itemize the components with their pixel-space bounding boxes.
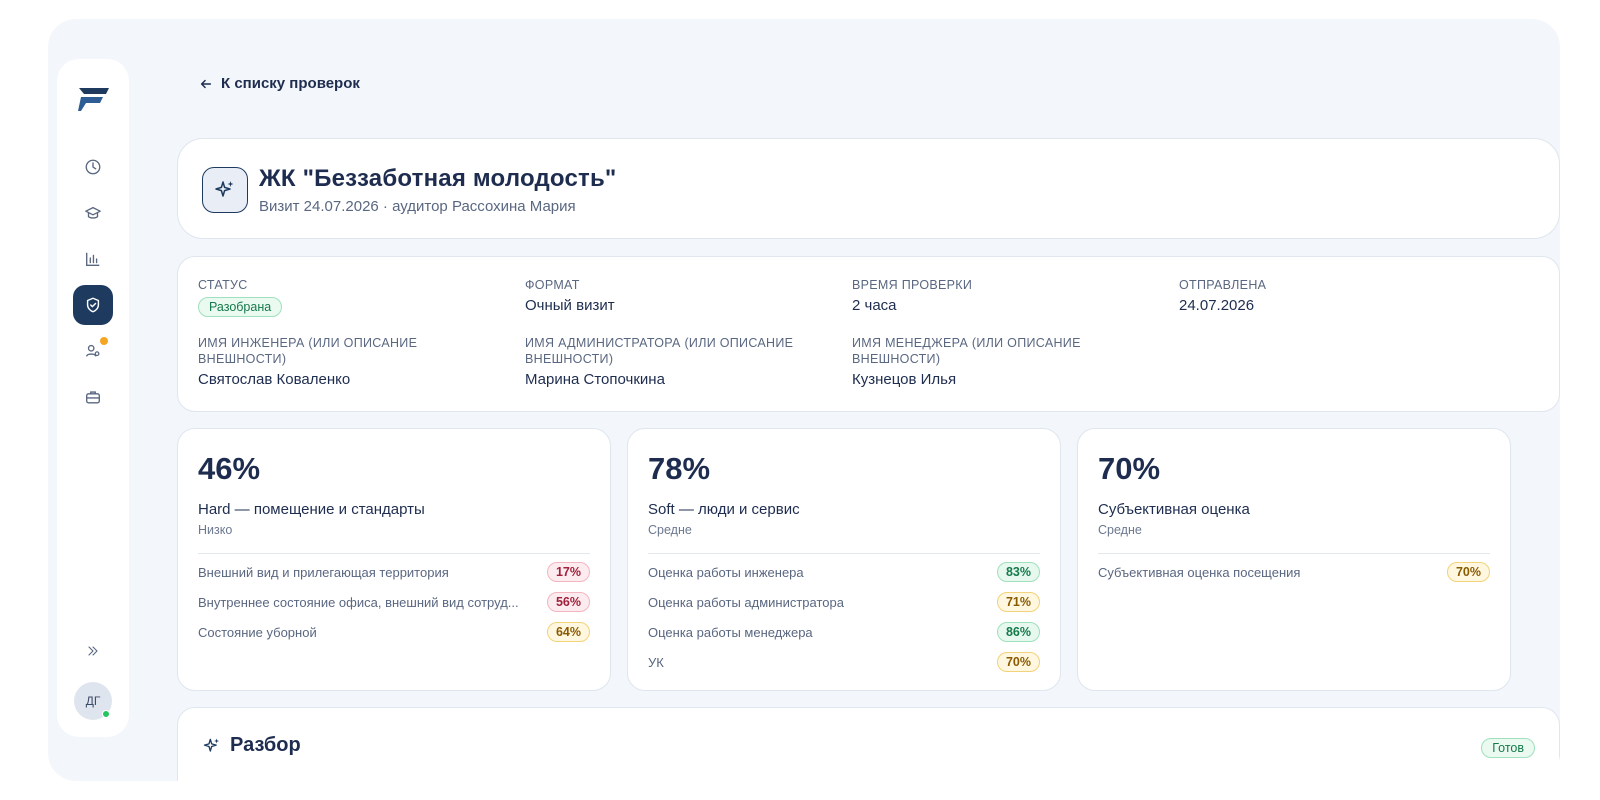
app-frame: ДГ К списку проверок ЖК "Беззаботная мол… [48, 19, 1560, 781]
audit-header-card: ЖК "Беззаботная молодость" Визит 24.07.2… [177, 138, 1560, 239]
field-engineer: ИМЯ ИНЖЕНЕРА (ИЛИ ОПИСАНИЕ ВНЕШНОСТИ) Св… [198, 335, 498, 388]
back-link-label: К списку проверок [221, 75, 360, 92]
score-card-soft: 78% Soft — люди и сервис Средне Оценка р… [627, 428, 1061, 691]
score-row-label: Оценка работы менеджера [648, 624, 813, 640]
avatar-initials: ДГ [85, 694, 101, 708]
score-row-badge: 71% [996, 592, 1040, 612]
score-level: Низко [198, 523, 233, 537]
score-row: Оценка работы инженера 83% [648, 557, 1040, 587]
score-row: Субъективная оценка посещения 70% [1098, 557, 1490, 587]
score-row-label: УК [648, 654, 664, 670]
clock-icon [85, 159, 101, 175]
field-label: ИМЯ МЕНЕДЖЕРА (ИЛИ ОПИСАНИЕ ВНЕШНОСТИ) [852, 336, 1081, 366]
field-format: ФОРМАТ Очный визит [525, 277, 615, 314]
back-to-list-link[interactable]: К списку проверок [199, 75, 360, 92]
page-title: ЖК "Беззаботная молодость" [259, 165, 617, 192]
score-row-badge: 56% [546, 592, 590, 612]
field-label: ФОРМАТ [525, 278, 580, 292]
field-sent: ОТПРАВЛЕНА 24.07.2026 [1179, 277, 1266, 314]
score-name: Hard — помещение и стандарты [198, 501, 425, 518]
score-row: Внутреннее состояние офиса, внешний вид … [198, 587, 590, 617]
score-row-badge: 17% [546, 562, 590, 582]
nav-analytics[interactable] [73, 239, 113, 279]
arrow-left-icon [200, 79, 212, 88]
field-label: ВРЕМЯ ПРОВЕРКИ [852, 278, 973, 292]
score-row: Оценка работы администратора 71% [648, 587, 1040, 617]
score-percent: 78% [648, 451, 711, 486]
analysis-title: Разбор [230, 734, 301, 756]
user-avatar[interactable]: ДГ [74, 682, 112, 720]
score-row-label: Оценка работы инженера [648, 564, 804, 580]
score-percent: 70% [1098, 451, 1161, 486]
field-value: Марина Стопочкина [525, 371, 665, 388]
field-value: Очный визит [525, 297, 615, 314]
bar-chart-icon [86, 252, 100, 266]
users-icon [86, 344, 100, 357]
score-row: Состояние уборной 64% [198, 617, 590, 647]
field-label: СТАТУС [198, 278, 248, 292]
field-label: ИМЯ АДМИНИСТРАТОРА (ИЛИ ОПИСАНИЕ ВНЕШНОС… [525, 336, 794, 366]
score-row-badge: 70% [996, 652, 1040, 672]
nav-briefcase[interactable] [73, 377, 113, 417]
sparkle-icon [203, 738, 220, 752]
field-label: ОТПРАВЛЕНА [1179, 278, 1267, 292]
nav-history[interactable] [73, 147, 113, 187]
score-card-hard: 46% Hard — помещение и стандарты Низко В… [177, 428, 611, 691]
main-content: К списку проверок ЖК "Беззаботная молодо… [177, 61, 1560, 781]
briefcase-icon [86, 391, 100, 404]
field-status: СТАТУС Разобрана [198, 277, 283, 317]
score-row: Внешний вид и прилегающая территория 17% [198, 557, 590, 587]
score-row-badge: 70% [1446, 562, 1490, 582]
double-chevron-right-icon [88, 646, 98, 656]
field-value: 2 часа [852, 297, 897, 314]
divider [648, 553, 1040, 554]
score-row-badge: 64% [546, 622, 590, 642]
field-duration: ВРЕМЯ ПРОВЕРКИ 2 часа [852, 277, 972, 314]
online-status-dot [102, 710, 110, 718]
score-row: УК 70% [648, 647, 1040, 677]
divider [1098, 553, 1490, 554]
score-row-label: Состояние уборной [198, 624, 317, 640]
nav-users[interactable] [73, 331, 113, 371]
score-row-label: Внешний вид и прилегающая территория [198, 564, 449, 580]
score-row-badge: 86% [996, 622, 1040, 642]
score-level: Средне [1098, 523, 1142, 537]
notification-dot [100, 337, 108, 345]
field-value: 24.07.2026 [1179, 297, 1255, 314]
expand-sidebar-button[interactable] [83, 641, 103, 661]
field-manager: ИМЯ МЕНЕДЖЕРА (ИЛИ ОПИСАНИЕ ВНЕШНОСТИ) К… [852, 335, 1152, 388]
shield-check-icon [86, 297, 100, 313]
field-label: ИМЯ ИНЖЕНЕРА (ИЛИ ОПИСАНИЕ ВНЕШНОСТИ) [198, 336, 418, 366]
nav-training[interactable] [73, 193, 113, 233]
score-row-label: Внутреннее состояние офиса, внешний вид … [198, 594, 519, 610]
page-subtitle: Визит 24.07.2026 · аудитор Рассохина Мар… [259, 198, 576, 215]
score-row-badge: 83% [996, 562, 1040, 582]
field-value: Святослав Коваленко [198, 371, 351, 388]
app-logo[interactable] [75, 85, 111, 113]
score-name: Soft — люди и сервис [648, 501, 800, 518]
score-name: Субъективная оценка [1098, 501, 1250, 518]
sparkle-icon [202, 167, 248, 213]
nav-audits[interactable] [73, 285, 113, 325]
analysis-card: Разбор Готов [177, 707, 1560, 781]
field-value: Кузнецов Илья [852, 371, 957, 388]
audit-info-card: СТАТУС Разобрана ФОРМАТ Очный визит ВРЕМ… [177, 256, 1560, 412]
status-badge: Разобрана [198, 297, 283, 317]
score-row-label: Оценка работы администратора [648, 594, 844, 610]
score-row-label: Субъективная оценка посещения [1098, 564, 1301, 580]
graduation-cap-icon [85, 206, 101, 219]
field-administrator: ИМЯ АДМИНИСТРАТОРА (ИЛИ ОПИСАНИЕ ВНЕШНОС… [525, 335, 835, 388]
sidebar: ДГ [57, 59, 129, 737]
analysis-status-badge: Готов [1481, 738, 1535, 758]
score-level: Средне [648, 523, 692, 537]
score-percent: 46% [198, 451, 261, 486]
score-row: Оценка работы менеджера 86% [648, 617, 1040, 647]
divider [198, 553, 590, 554]
score-card-subjective: 70% Субъективная оценка Средне Субъектив… [1077, 428, 1511, 691]
